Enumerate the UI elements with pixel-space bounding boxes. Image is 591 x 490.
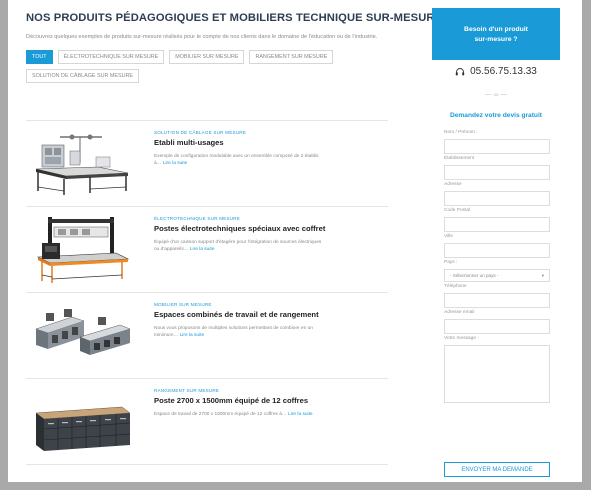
name-field[interactable] bbox=[444, 139, 550, 154]
product-category[interactable]: SOLUTION DE CÂBLAGE SUR MESURE bbox=[154, 130, 354, 135]
product-description: Espace de travail de 2700 x 1500mm équip… bbox=[154, 411, 324, 419]
headset-icon bbox=[455, 67, 465, 75]
postal-code-field[interactable] bbox=[444, 217, 550, 232]
phone-number[interactable]: 05.56.75.13.33 bbox=[470, 66, 537, 77]
quote-form: Nom / Prénom : Établissement Adresse Cod… bbox=[444, 128, 550, 403]
quote-heading: Demandez votre devis gratuit bbox=[450, 112, 542, 119]
country-label: Pays : bbox=[444, 260, 458, 265]
filter-cablage[interactable]: SOLUTION DE CÂBLAGE SUR MESURE bbox=[26, 69, 139, 83]
product-title[interactable]: Postes électrotechniques spéciaux avec c… bbox=[154, 224, 354, 234]
postal-code-label: Code Postal bbox=[444, 208, 471, 213]
product-item[interactable]: MOBILIER SUR MESURE Espaces combinés de … bbox=[26, 293, 388, 379]
company-field[interactable] bbox=[444, 165, 550, 180]
caret-down-icon: ▾ bbox=[541, 272, 544, 278]
product-category[interactable]: ÉLECTROTECHNIQUE SUR MESURE bbox=[154, 216, 354, 221]
product-title[interactable]: Poste 2700 x 1500mm équipé de 12 coffres bbox=[154, 396, 354, 406]
product-description-text: Nous vous proposons de multiples solutio… bbox=[154, 325, 313, 339]
product-image-workbench[interactable] bbox=[32, 127, 132, 199]
product-item[interactable]: ÉLECTROTECHNIQUE SUR MESURE Postes élect… bbox=[26, 207, 388, 293]
phone-field[interactable] bbox=[444, 293, 550, 308]
banner-line-1: Besoin d'un produit bbox=[464, 26, 528, 33]
read-more-link[interactable]: Lire la suite bbox=[180, 333, 205, 338]
phone-contact[interactable]: 05.56.75.13.33 bbox=[432, 66, 560, 77]
submit-quote-button[interactable]: ENVOYER MA DEMANDE bbox=[444, 462, 550, 477]
city-label: Ville bbox=[444, 234, 453, 239]
product-title[interactable]: Etabli multi-usages bbox=[154, 138, 354, 148]
email-field[interactable] bbox=[444, 319, 550, 334]
page-title: NOS PRODUITS PÉDAGOGIQUES ET MOBILIERS T… bbox=[26, 12, 443, 24]
product-category[interactable]: RANGEMENT SUR MESURE bbox=[154, 388, 354, 393]
filter-all[interactable]: TOUT bbox=[26, 50, 53, 64]
country-select-value: - Sélectionner un pays - bbox=[450, 273, 499, 278]
product-image-electro-station[interactable] bbox=[32, 213, 132, 285]
product-description: Nous vous proposons de multiples solutio… bbox=[154, 325, 324, 340]
address-field[interactable] bbox=[444, 191, 550, 206]
quote-sidebar: Besoin d'un produit sur-mesure ? 05.56.7… bbox=[432, 0, 560, 482]
product-image-combined-workspace[interactable] bbox=[32, 299, 132, 371]
product-description-text: Équipé d'un caisson support d'étagère po… bbox=[154, 239, 322, 253]
product-image-drawer-station[interactable] bbox=[32, 385, 132, 457]
product-list: SOLUTION DE CÂBLAGE SUR MESURE Etabli mu… bbox=[26, 120, 388, 465]
country-select[interactable]: - Sélectionner un pays - ▾ bbox=[444, 269, 550, 282]
read-more-link[interactable]: Lire la suite bbox=[288, 412, 313, 417]
address-label: Adresse bbox=[444, 182, 462, 187]
banner-line-2: sur-mesure ? bbox=[474, 36, 518, 43]
intro-text: Découvrez quelques exemples de produits … bbox=[26, 34, 378, 40]
or-separator: ou bbox=[432, 92, 560, 97]
message-textarea[interactable] bbox=[444, 345, 550, 403]
read-more-link[interactable]: Lire la suite bbox=[190, 247, 215, 252]
product-text: MOBILIER SUR MESURE Espaces combinés de … bbox=[154, 302, 354, 340]
product-category[interactable]: MOBILIER SUR MESURE bbox=[154, 302, 354, 307]
category-filters: TOUT ÉLECTROTECHNIQUE SUR MESURE MOBILIE… bbox=[26, 50, 386, 83]
phone-label: Téléphone bbox=[444, 284, 467, 289]
product-title[interactable]: Espaces combinés de travail et de rangem… bbox=[154, 310, 354, 320]
company-label: Établissement bbox=[444, 156, 475, 161]
product-item[interactable]: RANGEMENT SUR MESURE Poste 2700 x 1500mm… bbox=[26, 379, 388, 465]
name-label: Nom / Prénom : bbox=[444, 130, 478, 135]
message-label: Votre message : bbox=[444, 336, 479, 341]
product-text: SOLUTION DE CÂBLAGE SUR MESURE Etabli mu… bbox=[154, 130, 354, 168]
product-text: RANGEMENT SUR MESURE Poste 2700 x 1500mm… bbox=[154, 388, 354, 418]
city-field[interactable] bbox=[444, 243, 550, 258]
product-description: Équipé d'un caisson support d'étagère po… bbox=[154, 239, 324, 254]
custom-product-banner: Besoin d'un produit sur-mesure ? bbox=[432, 8, 560, 60]
filter-rangement[interactable]: RANGEMENT SUR MESURE bbox=[249, 50, 334, 64]
filter-mobilier[interactable]: MOBILIER SUR MESURE bbox=[169, 50, 245, 64]
product-text: ÉLECTROTECHNIQUE SUR MESURE Postes élect… bbox=[154, 216, 354, 254]
filter-electrotechnique[interactable]: ÉLECTROTECHNIQUE SUR MESURE bbox=[57, 50, 165, 64]
page: NOS PRODUITS PÉDAGOGIQUES ET MOBILIERS T… bbox=[8, 0, 582, 482]
email-label: Adresse email bbox=[444, 310, 475, 315]
read-more-link[interactable]: Lire la suite bbox=[163, 161, 188, 166]
product-description: Exemple de configuration modulable avec … bbox=[154, 153, 324, 168]
product-description-text: Espace de travail de 2700 x 1500mm équip… bbox=[154, 411, 287, 417]
product-item[interactable]: SOLUTION DE CÂBLAGE SUR MESURE Etabli mu… bbox=[26, 121, 388, 207]
